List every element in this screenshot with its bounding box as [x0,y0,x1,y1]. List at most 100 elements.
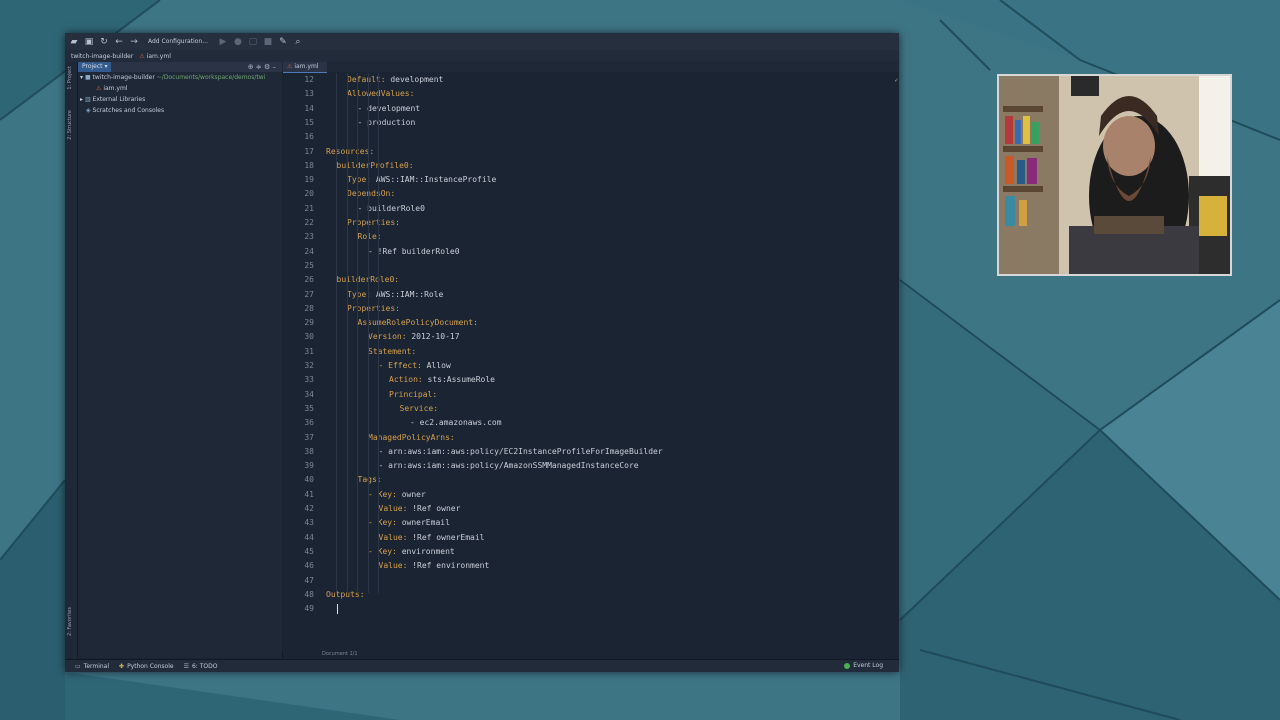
back-icon[interactable]: ← [113,36,125,48]
forward-icon[interactable]: → [128,36,140,48]
code-line: Value: !Ref ownerEmail [379,533,485,542]
folder-icon: ■ [84,74,91,81]
tab-project[interactable]: 1: Project [67,66,75,90]
python-console-button[interactable]: ✤ Python Console [119,663,174,670]
tree-item-scratches[interactable]: ◈ Scratches and Consoles [78,105,282,116]
yaml-value: !Ref owner [407,504,461,513]
terminal-button[interactable]: ▭ Terminal [75,663,109,670]
line-number: 39 [304,461,314,471]
yaml-value: - production [357,117,416,127]
wrench-icon[interactable]: ✎ [277,36,289,48]
yaml-key: Default: [347,75,386,84]
code-line: Value: !Ref environment [379,561,490,570]
ide-window: ▰ ▣ ↻ ← → Add Configuration... ▶ ● ▢ ■ ✎… [65,33,899,672]
tab-structure[interactable]: 2: Structure [67,110,75,140]
line-number: 14 [304,103,314,113]
search-icon[interactable]: ⌕ [292,36,304,48]
todo-label: 6: TODO [191,663,218,670]
line-number: 31 [304,346,314,356]
line-number: 47 [304,575,314,585]
tree-item-root[interactable]: ▾ ■ twitch-image-builder ~/Documents/wor… [78,72,282,83]
code-line: builderProfile0: [337,161,414,170]
hide-icon[interactable]: – [273,63,277,71]
code-line: - Key: ownerEmail [368,518,450,527]
line-number: 33 [304,375,314,385]
tree-item-label: External Libraries [92,96,146,103]
line-number: 30 [304,332,314,342]
tree-item-path: ~/Documents/workspace/demos/twi [156,74,266,81]
line-number: 24 [304,246,314,256]
collapse-icon[interactable]: ≑ [256,63,262,71]
event-log-button[interactable]: Event Log [844,662,883,669]
yaml-key: - Effect: [378,361,422,370]
document-counter: Document 1/1 [322,651,358,657]
line-number: 35 [304,403,314,413]
yaml-value: environment [396,546,455,556]
code-editor[interactable]: Default: development AllowedValues: - deve… [322,73,899,651]
yaml-value: - arn:aws:iam::aws:policy/AmazonSSMManag… [378,461,639,471]
chevron-down-icon: ▾ [80,74,84,81]
debug-icon[interactable]: ● [232,36,244,48]
tree-item-file[interactable]: ⚠ iam.yml [78,83,282,94]
indent-guide [357,73,358,593]
sync-icon[interactable]: ↻ [98,36,110,48]
run-icon[interactable]: ▶ [217,36,229,48]
library-icon: ▥ [84,96,91,103]
code-line: Service: [400,404,439,413]
tree-item-external-libraries[interactable]: ▸ ▥ External Libraries [78,94,282,105]
yaml-key: Value: [378,532,408,542]
line-number: 23 [304,232,314,242]
line-number: 32 [304,361,314,370]
python-icon: ✤ [119,663,125,670]
code-line: Type: AWS::IAM::Role [347,290,443,299]
tree-item-label: Scratches and Consoles [92,107,165,114]
webcam-overlay [997,74,1232,276]
editor-tab-bar [282,62,899,72]
indent-guide [367,73,369,593]
save-icon[interactable]: ▣ [83,36,95,48]
project-panel: Project ▾ ⊕ ≑ ⚙ – ▾ ■ twitch-image-build… [78,62,283,658]
project-view-selector[interactable]: Project ▾ [78,62,112,72]
stop-icon[interactable]: ■ [262,36,274,48]
webcam-image [999,76,1230,274]
code-line: - Key: environment [368,547,455,556]
yaml-key: Properties: [347,218,400,227]
yaml-value: !Ref environment [407,561,490,571]
line-number: 22 [304,218,314,227]
tree-item-label: iam.yml [103,85,128,92]
yaml-value: - arn:aws:iam::aws:policy/EC2InstancePro… [378,446,663,456]
breadcrumb-file[interactable]: iam.yml [147,53,171,60]
line-number: 41 [304,489,314,499]
yaml-key: AssumeRolePolicyDocument: [357,318,478,328]
line-number: 18 [304,160,314,170]
coverage-icon[interactable]: ▢ [247,36,259,48]
todo-button[interactable]: ☰ 6: TODO [184,663,218,670]
line-number: 40 [304,475,314,485]
line-number: 17 [304,146,314,156]
yaml-key: ManagedPolicyArns: [368,432,455,442]
yaml-key: Version: [368,332,407,342]
line-number: 42 [304,504,314,513]
add-configuration-button[interactable]: Add Configuration... [148,38,208,45]
yaml-value: owner [396,489,426,499]
line-number: 28 [304,303,314,313]
code-line: - arn:aws:iam::aws:policy/AmazonSSMManag… [379,461,639,470]
yaml-value: - ec2.amazonaws.com [410,418,502,428]
event-log-icon [844,662,851,669]
locate-icon[interactable]: ⊕ [248,63,254,71]
breadcrumb-project[interactable]: twitch-image-builder [71,53,133,60]
line-number: 38 [304,446,314,456]
line-number: 34 [304,389,314,399]
line-number: 49 [304,604,314,614]
yaml-key: DependsOn: [347,189,396,199]
editor-tab-iam[interactable]: ⚠ iam.yml [283,62,327,73]
editor-status: Document 1/1 [282,649,899,659]
line-number: 46 [304,561,314,571]
tab-favorites[interactable]: 2: Favorites [67,607,75,636]
main-toolbar: ▰ ▣ ↻ ← → Add Configuration... ▶ ● ▢ ■ ✎… [65,33,899,50]
scratches-icon: ◈ [86,107,91,114]
open-folder-icon[interactable]: ▰ [68,36,80,48]
editor-tab-label: iam.yml [294,63,319,70]
settings-icon[interactable]: ⚙ [264,63,270,71]
text-caret [336,604,338,615]
